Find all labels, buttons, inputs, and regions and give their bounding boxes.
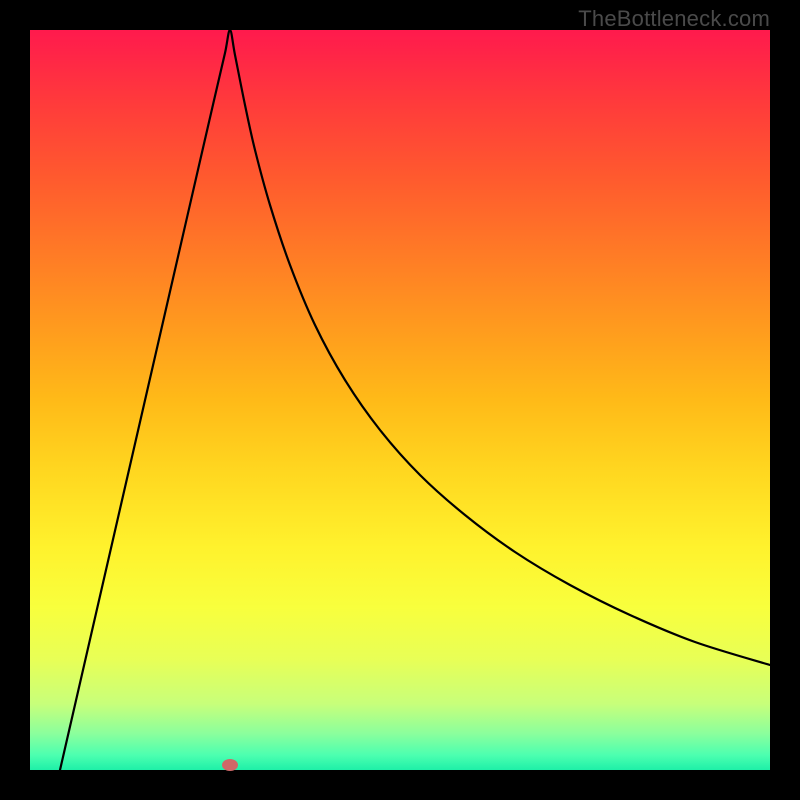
- chart-frame: TheBottleneck.com: [0, 0, 800, 800]
- attribution-text: TheBottleneck.com: [578, 6, 770, 32]
- plot-area: [30, 30, 770, 770]
- minimum-marker: [222, 759, 238, 771]
- bottleneck-curve: [30, 30, 770, 770]
